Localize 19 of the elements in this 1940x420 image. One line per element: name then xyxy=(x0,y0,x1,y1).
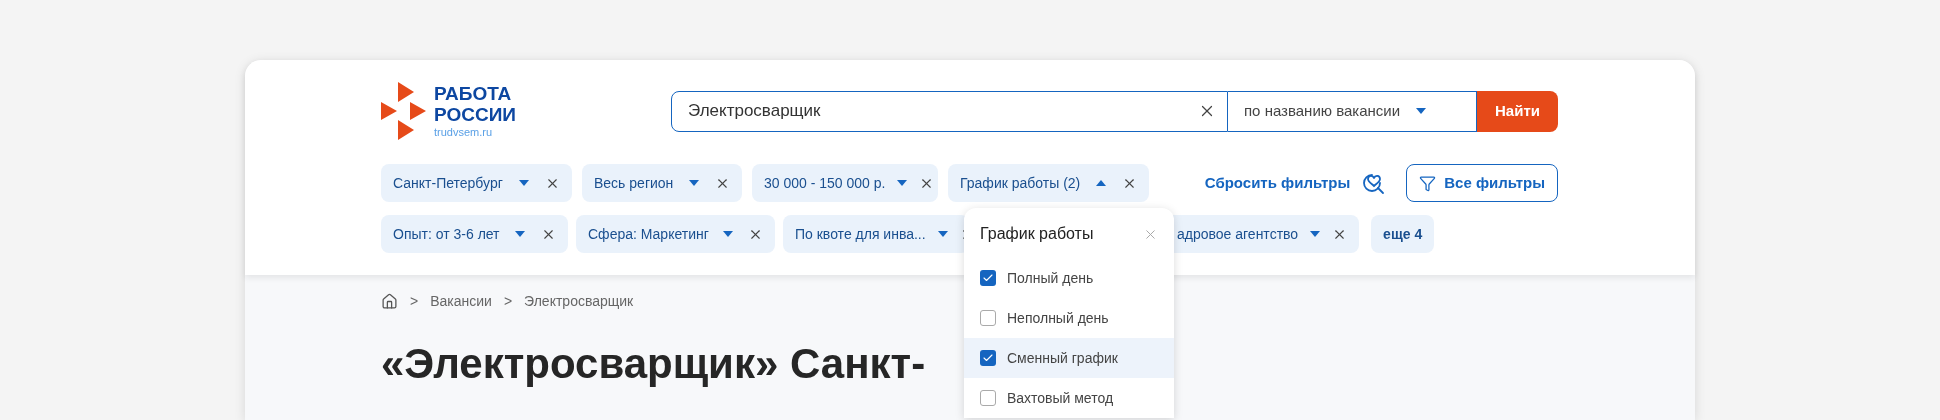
breadcrumb-separator: > xyxy=(503,292,513,311)
page-heading: «Электросварщик» Санкт- xyxy=(381,339,926,389)
filter-label: 30 000 - 150 000 р. xyxy=(764,173,886,193)
filter-label: Сфера: Маркетинг xyxy=(588,224,709,244)
option-label: Вахтовый метод xyxy=(1007,388,1114,408)
filter-label: График работы (2) xyxy=(960,173,1081,193)
option-label: Полный день xyxy=(1007,268,1094,288)
filter-label: адровое агентство xyxy=(1177,224,1299,244)
logo-title: РОССИИ xyxy=(434,105,516,124)
filter-label: По квоте для инва... xyxy=(795,224,926,244)
option-label: Неполный день xyxy=(1007,308,1109,328)
breadcrumb-separator: > xyxy=(410,292,419,311)
filter-label: Весь регион xyxy=(594,173,674,193)
option-label: Сменный график xyxy=(1007,348,1118,368)
dropdown-title: График работы xyxy=(980,224,1094,244)
filter-label: Санкт-Петербург xyxy=(393,173,503,193)
filter-label: Опыт: от 3-6 лет xyxy=(393,224,500,244)
logo-title: РАБОТА xyxy=(434,84,513,103)
logo-domain: trudvsem.ru xyxy=(434,127,494,138)
